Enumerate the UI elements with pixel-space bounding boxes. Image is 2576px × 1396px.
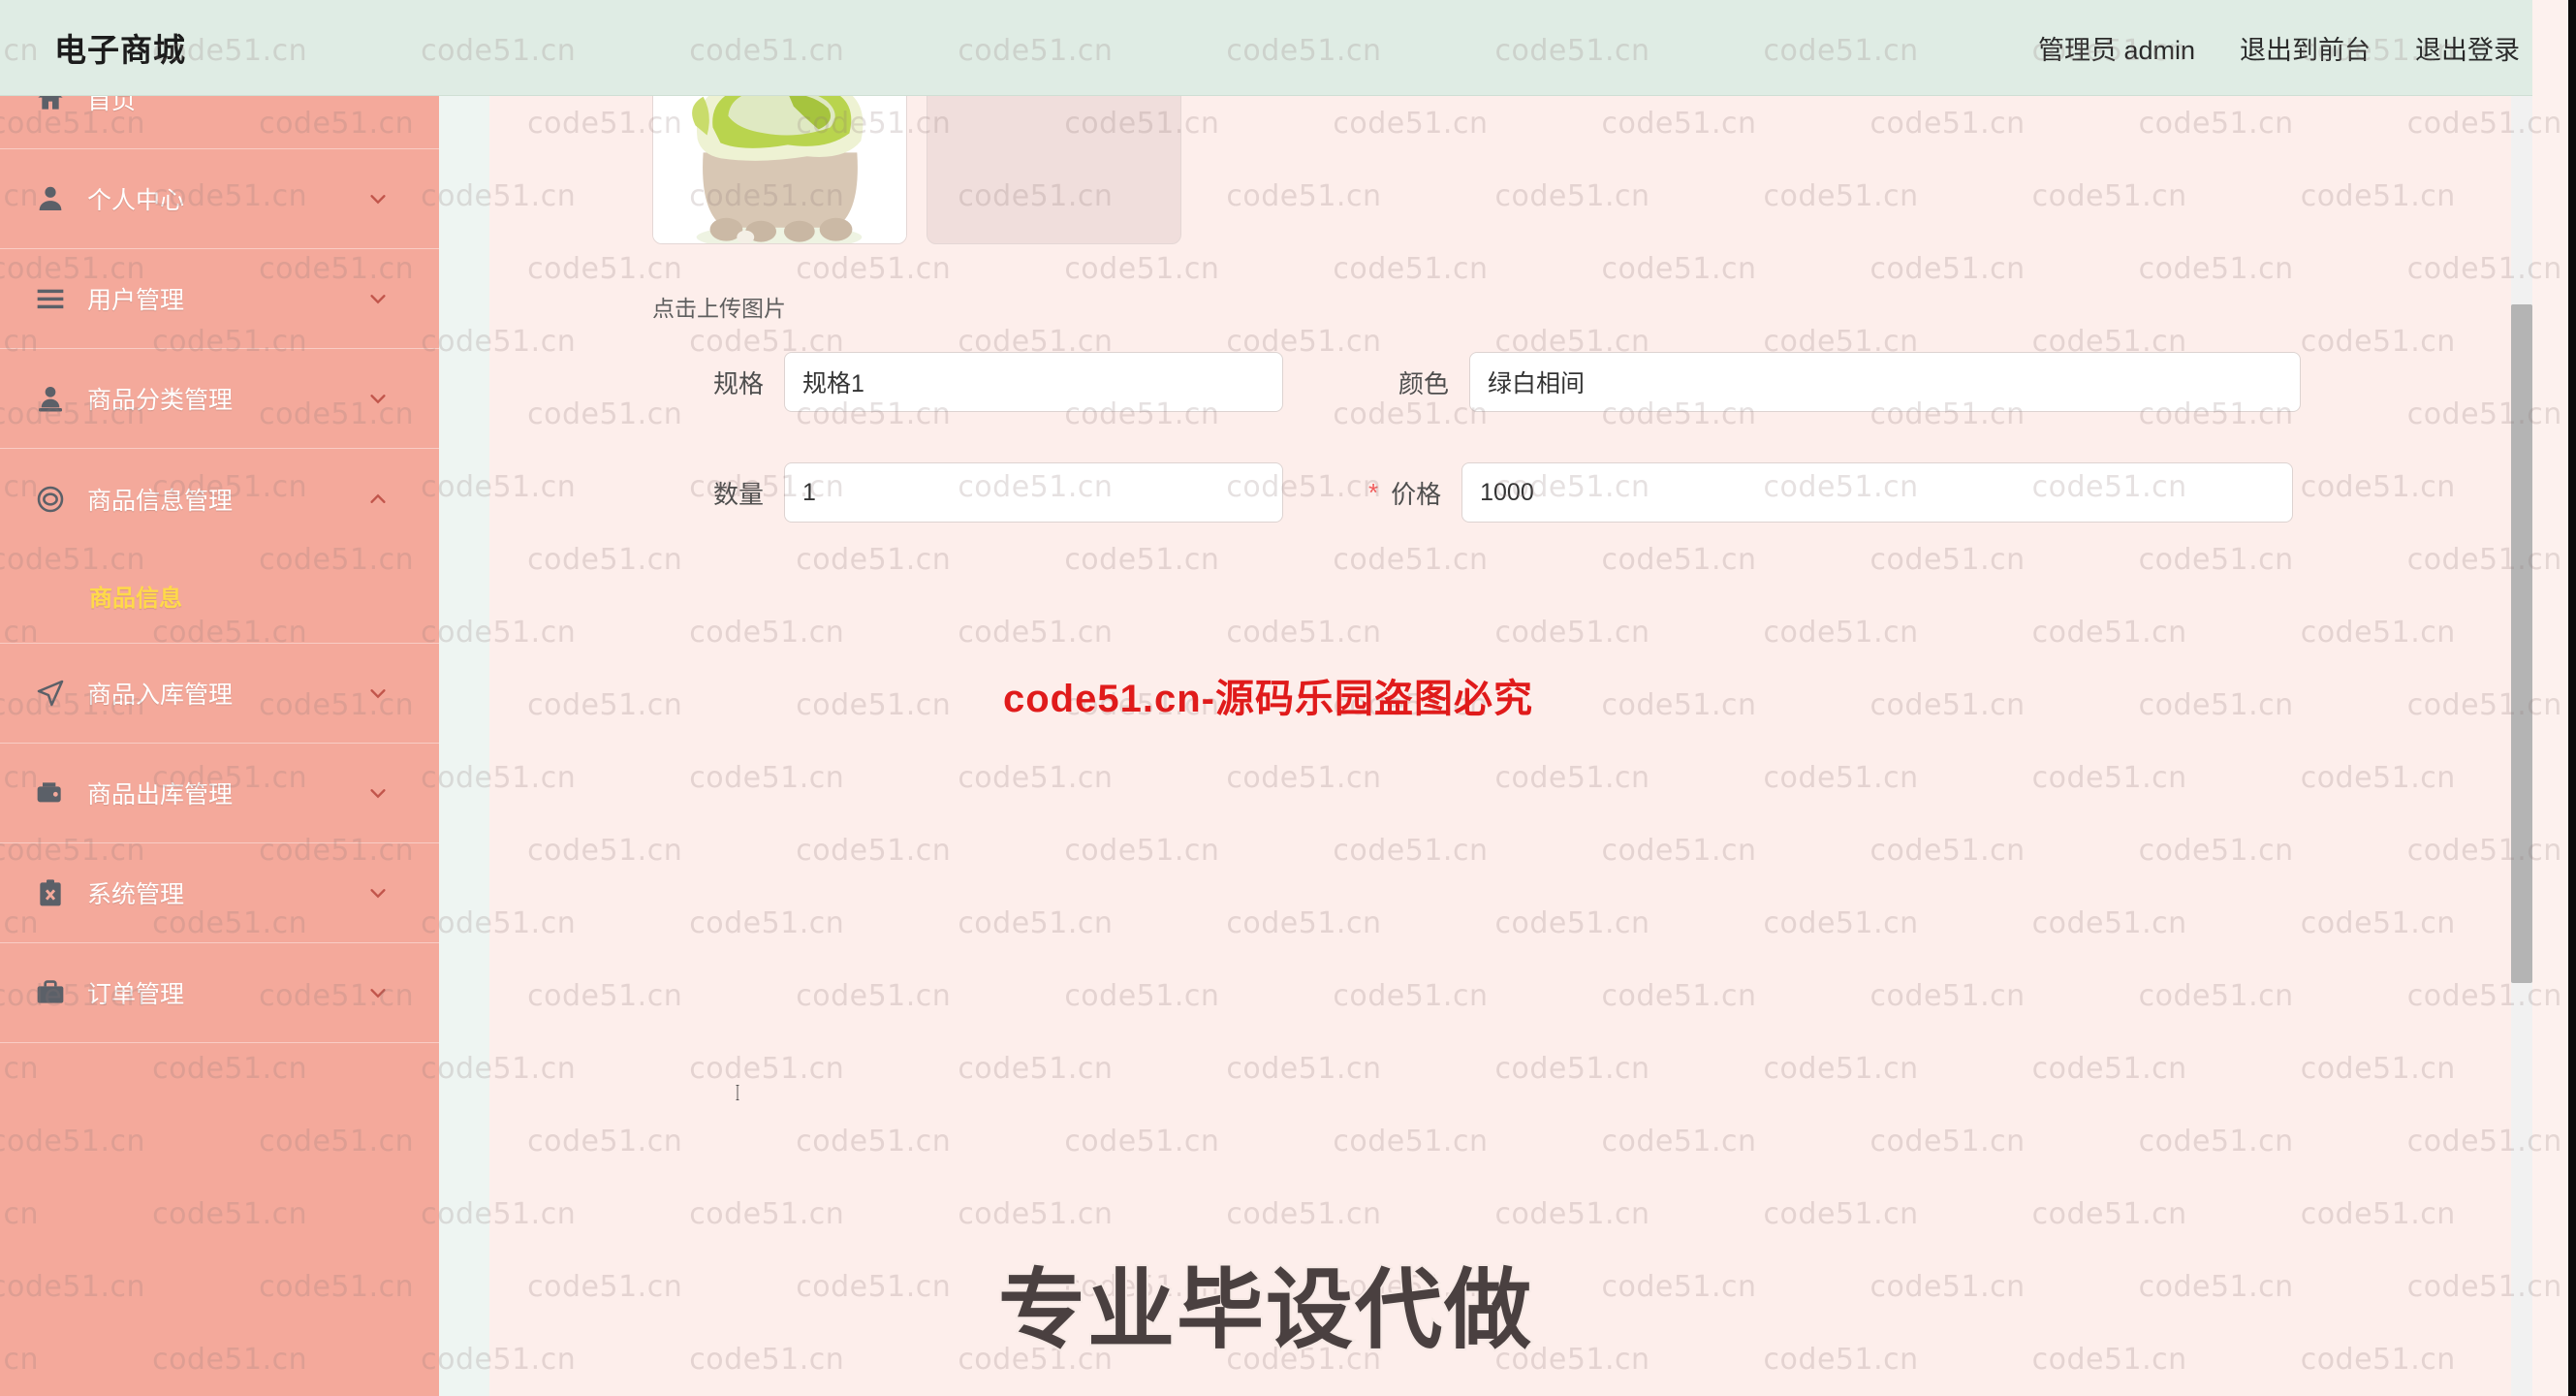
chevron-down-icon: [367, 682, 389, 704]
main-content-area: 点击上传图片 规格 颜色 数量 * 价格: [489, 96, 2532, 1396]
label-spec: 规格: [712, 368, 764, 398]
chevron-up-icon: [367, 489, 389, 510]
sidebar-item-product-info-management[interactable]: 商品信息管理: [0, 449, 439, 549]
sidebar-label-personal-center: 个人中心: [87, 187, 185, 214]
input-color[interactable]: [1469, 352, 2301, 412]
input-spec[interactable]: [784, 352, 1283, 412]
sidebar-item-product-outbound-management[interactable]: 商品出库管理: [0, 744, 439, 843]
sidebar-label-order-management: 订单管理: [87, 981, 185, 1008]
vertical-scrollbar-thumb[interactable]: [2511, 304, 2532, 983]
chevron-down-icon: [367, 982, 389, 1003]
sidebar-navigation: 首页 个人中心 用户管理 商品分类管理 商品信息管理 商品信息 商品入库管理 商…: [0, 96, 439, 1396]
sidebar-item-order-management[interactable]: 订单管理: [0, 943, 439, 1043]
list-icon: [29, 277, 72, 320]
top-header-bar: 电子商城 管理员 admin 退出到前台 退出登录: [0, 0, 2576, 96]
label-color: 颜色: [1398, 368, 1449, 398]
vertical-scrollbar-track[interactable]: [2511, 96, 2532, 1396]
sidebar-subitem-label: 商品信息: [89, 586, 182, 612]
sidebar-item-product-category-management[interactable]: 商品分类管理: [0, 349, 439, 449]
chevron-down-icon: [367, 188, 389, 209]
exit-to-frontend-link[interactable]: 退出到前台: [2240, 29, 2371, 67]
current-user-label: 管理员 admin: [2037, 35, 2195, 65]
sidebar-item-home[interactable]: 首页: [0, 96, 439, 149]
chevron-down-icon: [367, 288, 389, 309]
clipboard-x-icon: [29, 872, 72, 914]
sidebar-submenu-product-info: 商品信息: [0, 549, 439, 644]
home-icon: [29, 96, 72, 120]
header-actions: 管理员 admin 退出到前台 退出登录: [2038, 29, 2520, 67]
uploaded-image-thumbnail[interactable]: [652, 96, 907, 244]
sidebar-item-user-management[interactable]: 用户管理: [0, 249, 439, 349]
sidebar-subitem-product-info[interactable]: 商品信息: [0, 549, 439, 644]
wallet-icon: [29, 772, 72, 814]
label-price: 价格: [1391, 479, 1442, 509]
image-upload-row: [652, 96, 1181, 244]
app-root: 点击上传图片 规格 颜色 数量 * 价格 商品详情: [0, 0, 2576, 1396]
sidebar-label-product-outbound-management: 商品出库管理: [87, 781, 234, 809]
chevron-down-icon: [367, 782, 389, 804]
user-icon: [29, 177, 72, 220]
sidebar-label-product-inbound-management: 商品入库管理: [87, 682, 234, 709]
user-stamp-icon: [29, 377, 72, 420]
required-asterisk-price: *: [1368, 477, 1379, 507]
product-image: [653, 96, 906, 243]
form-row-1: 规格 颜色: [489, 352, 2532, 412]
target-icon: [29, 478, 72, 521]
chevron-down-icon: [367, 388, 389, 409]
input-price[interactable]: [1461, 462, 2294, 523]
mouse-ibeam-cursor: [736, 1085, 739, 1100]
sidebar-label-system-management: 系统管理: [87, 881, 185, 908]
form-row-2: 数量 * 价格: [489, 462, 2532, 523]
field-group-color: 颜色: [1368, 352, 2301, 412]
empty-upload-slot[interactable]: [927, 96, 1181, 244]
sidebar-label-user-management: 用户管理: [87, 287, 185, 314]
sidebar-item-product-inbound-management[interactable]: 商品入库管理: [0, 644, 439, 744]
chevron-down-icon: [367, 882, 389, 904]
logout-link[interactable]: 退出登录: [2415, 29, 2520, 67]
send-icon: [29, 672, 72, 714]
briefcase-icon: [29, 971, 72, 1014]
sidebar-content-divider: [439, 96, 489, 1396]
field-group-quantity: 数量: [489, 462, 1283, 523]
sidebar-label-product-category-management: 商品分类管理: [87, 387, 234, 414]
sidebar-item-system-management[interactable]: 系统管理: [0, 843, 439, 943]
sidebar-label-home: 首页: [87, 96, 137, 114]
sidebar-label-product-info-management: 商品信息管理: [87, 487, 234, 515]
field-group-price: * 价格: [1368, 462, 2294, 523]
field-group-spec: 规格: [489, 352, 1283, 412]
app-title: 电子商城: [54, 32, 186, 68]
label-quantity: 数量: [712, 479, 764, 509]
window-right-border: [2568, 0, 2576, 1396]
input-quantity[interactable]: [784, 462, 1283, 523]
upload-hint-text[interactable]: 点击上传图片: [652, 290, 786, 323]
sidebar-item-personal-center[interactable]: 个人中心: [0, 149, 439, 249]
